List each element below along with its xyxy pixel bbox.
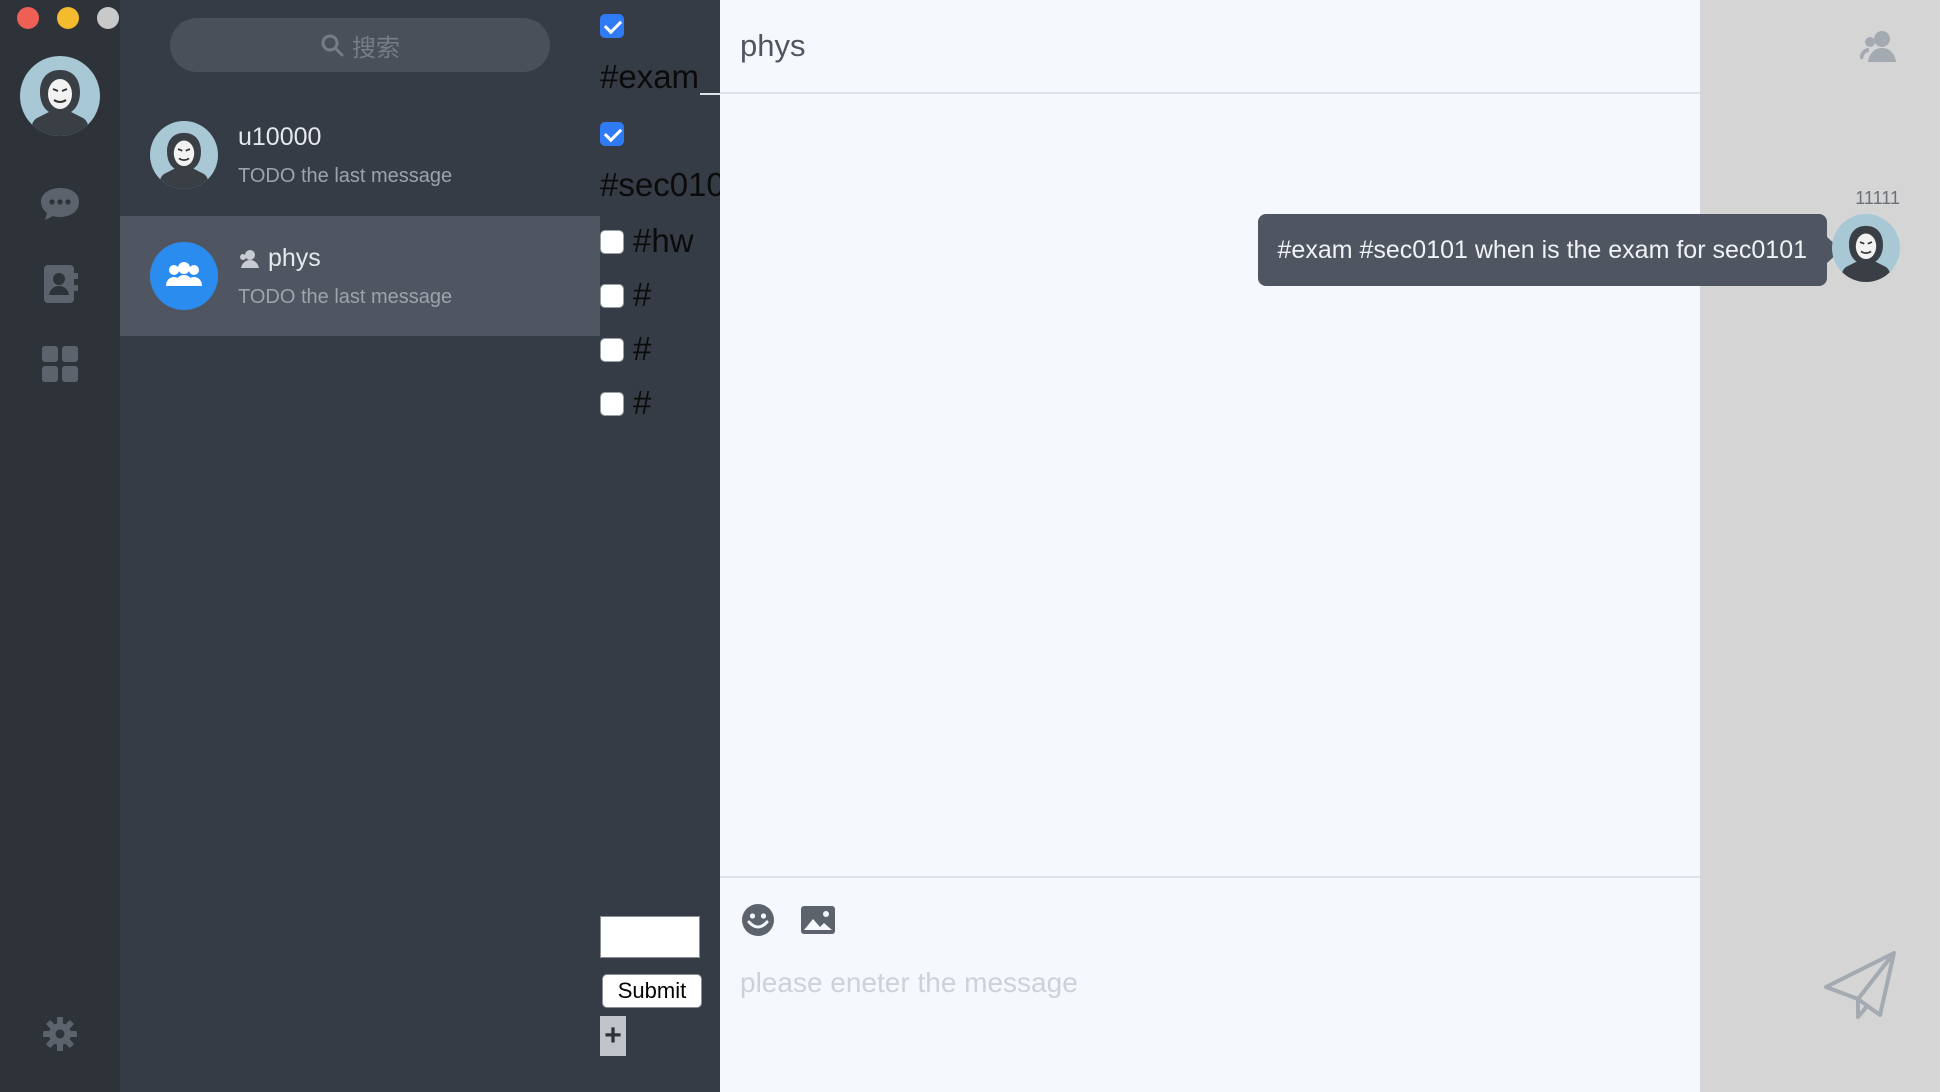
search-input[interactable]: 搜索 xyxy=(170,18,550,72)
conversation-name-row: phys xyxy=(238,244,321,273)
window-zoom-button[interactable] xyxy=(97,7,119,29)
window-close-button[interactable] xyxy=(17,7,39,29)
window-minimize-button[interactable] xyxy=(57,7,79,29)
new-tag-input[interactable] xyxy=(600,916,700,958)
message-input[interactable] xyxy=(740,958,1640,1008)
group-members-icon[interactable] xyxy=(1859,26,1902,68)
tag-filter-panel: #exam #sec0101 #hw # # # Submit + xyxy=(600,0,743,1092)
tag-label-empty-2: # xyxy=(633,330,652,367)
tag-checkbox-empty-1[interactable] xyxy=(600,284,624,308)
avatar xyxy=(1832,214,1900,282)
chat-header: phys xyxy=(720,0,1700,94)
tag-label-empty-3: # xyxy=(633,384,652,421)
chat-icon[interactable] xyxy=(36,180,84,228)
conversation-last-message: TODO the last message xyxy=(238,165,453,187)
tag-label-exam: #exam xyxy=(600,58,700,95)
group-member-icon xyxy=(240,249,259,268)
send-icon[interactable] xyxy=(1820,945,1900,1025)
conversation-item-u10000[interactable]: u10000 TODO the last message xyxy=(120,95,600,215)
chat-title: phys xyxy=(740,28,806,63)
right-panel xyxy=(1700,0,1940,1092)
conversation-name: phys xyxy=(268,244,321,272)
conversation-name: u10000 xyxy=(238,123,322,151)
image-icon[interactable] xyxy=(798,900,838,940)
message-text: #exam #sec0101 when is the exam for sec0… xyxy=(1277,235,1807,264)
tag-checkbox-empty-2[interactable] xyxy=(600,338,624,362)
my-avatar[interactable] xyxy=(20,56,100,136)
avatar xyxy=(150,121,218,189)
emoji-icon[interactable] xyxy=(738,900,778,940)
gear-icon[interactable] xyxy=(36,1010,84,1058)
conversation-last-message: TODO the last message xyxy=(238,286,453,308)
message-sender: 11111 xyxy=(1855,188,1900,208)
submit-button[interactable]: Submit xyxy=(602,974,702,1008)
contacts-icon[interactable] xyxy=(36,260,84,308)
tag-checkbox-empty-3[interactable] xyxy=(600,392,624,416)
conversation-list: 搜索 u10000 TODO the last message phys TOD… xyxy=(120,0,600,1092)
tag-checkbox-exam[interactable] xyxy=(600,14,624,38)
chat-panel: phys xyxy=(720,0,1700,1092)
message-bubble: #exam #sec0101 when is the exam for sec0… xyxy=(1257,214,1842,286)
add-tag-button[interactable]: + xyxy=(600,1016,626,1056)
search-placeholder: 搜索 xyxy=(352,34,400,62)
nav-rail xyxy=(0,0,120,1092)
tag-label-empty-1: # xyxy=(633,276,652,313)
tag-checkbox-hw[interactable] xyxy=(600,230,624,254)
conversation-item-phys[interactable]: phys TODO the last message xyxy=(120,216,600,336)
tag-label-hw: #hw xyxy=(633,222,694,259)
divider xyxy=(700,93,720,95)
tag-checkbox-sec0101[interactable] xyxy=(600,122,624,146)
apps-icon[interactable] xyxy=(36,340,84,388)
search-icon xyxy=(321,34,344,57)
message-composer xyxy=(720,876,1700,1092)
group-avatar xyxy=(150,242,218,310)
